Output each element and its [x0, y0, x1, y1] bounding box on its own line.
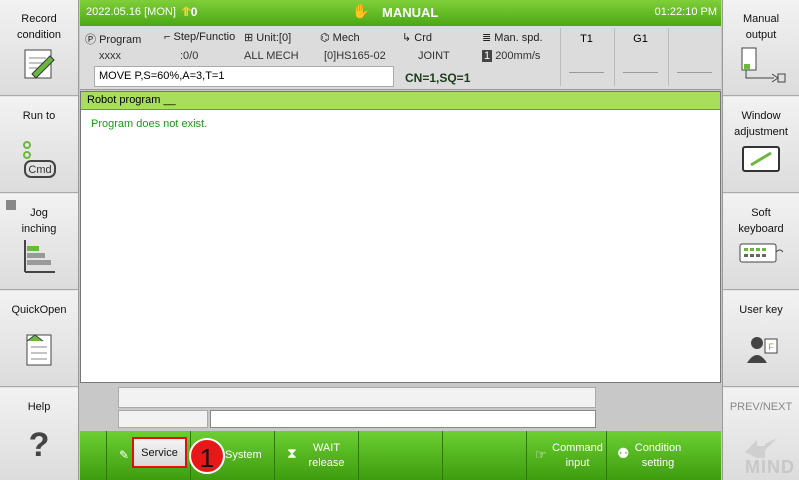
- edit-icon: [24, 49, 55, 79]
- input-label-field: [118, 410, 208, 428]
- quickopen-button[interactable]: QuickOpen: [0, 291, 78, 387]
- step-callout: 1: [189, 438, 225, 474]
- prev-next-button[interactable]: PREV/NEXT MIND: [723, 388, 799, 480]
- right-function-panel: Manual output Window adjustment Soft key…: [722, 0, 799, 480]
- mech-status[interactable]: ⌬ Mech [0]HS165-02: [320, 28, 400, 62]
- input-field[interactable]: [210, 410, 596, 428]
- jog-indicator: [6, 200, 16, 210]
- program-message: Program does not exist.: [91, 118, 208, 130]
- speed-icon: ≣: [482, 32, 495, 44]
- command-line-display: MOVE P,S=60%,A=3,T=1: [94, 66, 394, 87]
- window-adjustment-button[interactable]: Window adjustment: [723, 97, 799, 193]
- crd-status[interactable]: ↳ Crd JOINT: [402, 28, 480, 62]
- mind-watermark: MIND: [745, 457, 795, 477]
- command-input-icon: ☞: [535, 447, 547, 462]
- g1-box: G1: [614, 28, 666, 86]
- speed-level-icon: 1: [482, 50, 493, 62]
- message-line: [118, 387, 596, 408]
- manual-output-icon: [741, 47, 786, 83]
- program-status[interactable]: Ⓟ Program xxxx: [85, 28, 160, 62]
- quickopen-icon: [26, 334, 52, 366]
- manual-output-button[interactable]: Manual output: [723, 0, 799, 96]
- counter-display: ⥣0: [182, 5, 198, 19]
- jog-icon: [24, 240, 55, 273]
- service-button[interactable]: Service: [132, 437, 187, 468]
- time-display: 01:22:10 PM: [654, 6, 717, 18]
- input-area: [80, 383, 721, 430]
- status-panel: Ⓟ Program xxxx ⌐ Step/Functio :0/0 ⊞ Uni…: [80, 26, 721, 90]
- speed-status[interactable]: ≣ Man. spd. 1 200mm/s: [482, 28, 558, 62]
- soft-keyboard-button[interactable]: Soft keyboard: [723, 194, 799, 290]
- window-adjust-icon: [742, 146, 780, 172]
- crd-icon: ↳: [402, 32, 415, 44]
- mech-icon: ⌬: [320, 32, 333, 44]
- hand-icon: ✋: [352, 3, 370, 19]
- svg-text:F: F: [768, 342, 774, 352]
- status-header: 2022.05.16 [MON] ⥣0 ✋ MANUAL 01:22:10 PM: [80, 0, 721, 26]
- condition-setting-button[interactable]: ⚉ Condition setting: [607, 431, 687, 480]
- svg-text:Cmd: Cmd: [28, 164, 51, 176]
- prev-next-icon: [745, 438, 777, 458]
- unit-icon: ⊞: [244, 32, 257, 44]
- mode-display: MANUAL: [382, 5, 439, 20]
- wait-release-button[interactable]: ⧗ WAIT release: [275, 431, 359, 480]
- keyboard-icon: [739, 243, 784, 263]
- step-status[interactable]: ⌐ Step/Functio :0/0: [164, 28, 242, 62]
- robot-program-window: Robot program __ Program does not exist.: [80, 91, 721, 383]
- date-display: 2022.05.16 [MON]: [86, 6, 176, 18]
- command-input-button[interactable]: ☞ Command input: [527, 431, 607, 480]
- program-icon: Ⓟ: [85, 34, 100, 46]
- t1-box: T1: [560, 28, 612, 86]
- run-to-button[interactable]: Run to Cmd: [0, 97, 78, 193]
- pencil-icon: ✎: [119, 448, 130, 462]
- unit-status[interactable]: ⊞ Unit:[0] ALL MECH: [244, 28, 319, 62]
- user-key-button[interactable]: User key F: [723, 291, 799, 387]
- user-key-icon: F: [747, 337, 778, 363]
- menu-spacer: [80, 431, 107, 480]
- question-icon: ?: [28, 426, 50, 464]
- record-condition-button[interactable]: Record condition: [0, 0, 78, 96]
- pin-icon: ⥣: [182, 5, 191, 19]
- menu-empty-2[interactable]: [443, 431, 527, 480]
- program-title-bar: Robot program __: [81, 92, 720, 110]
- cmd-icon: Cmd: [23, 141, 56, 178]
- left-function-panel: Record condition Run to Cmd Jog inching …: [0, 0, 79, 480]
- menu-empty-1[interactable]: [359, 431, 443, 480]
- cn-sq-display: CN=1,SQ=1: [405, 71, 471, 85]
- jog-inching-button[interactable]: Jog inching: [0, 194, 78, 290]
- help-button[interactable]: Help ?: [0, 388, 78, 480]
- blank-box: [668, 28, 720, 86]
- condition-setting-icon: ⚉: [617, 445, 630, 461]
